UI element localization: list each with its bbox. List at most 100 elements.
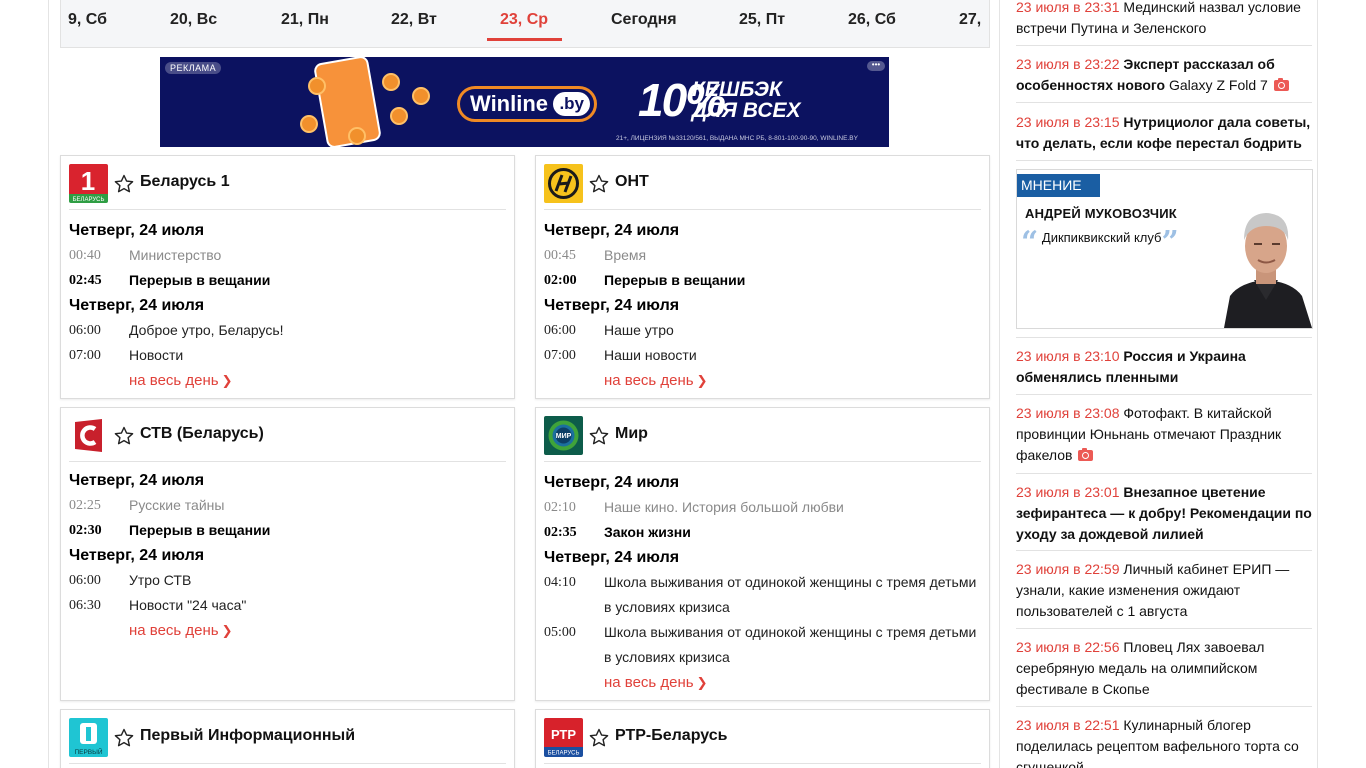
channel-name[interactable]: Первый Информационный bbox=[140, 727, 355, 745]
program-row[interactable]: 06:00 Утро СТВ bbox=[69, 568, 506, 593]
chevron-right-icon: ❯ bbox=[696, 373, 708, 388]
schedule-day-heading: Четверг, 24 июля bbox=[544, 222, 680, 239]
program-row-current[interactable]: 02:35 Закон жизни bbox=[544, 520, 981, 545]
channel-name[interactable]: СТВ (Беларусь) bbox=[140, 425, 264, 443]
mir-logo[interactable]: МИР bbox=[544, 416, 583, 455]
news-item[interactable]: 23 июля в 23:15 Нутрициолог дала советы,… bbox=[1016, 112, 1312, 154]
news-item[interactable]: 23 июля в 23:31 Мединский назвал условие… bbox=[1016, 0, 1312, 39]
rtr-logo[interactable]: РТР БЕЛАРУСЬ bbox=[544, 718, 583, 757]
coin-icon bbox=[308, 77, 326, 95]
divider bbox=[1016, 102, 1312, 103]
program-row[interactable]: 07:00 Новости bbox=[69, 343, 506, 368]
news-feed: 23 июля в 23:31 Мединский назвал условие… bbox=[1010, 0, 1318, 768]
full-day-link[interactable]: на весь день ❯ bbox=[129, 368, 506, 393]
ont-logo[interactable] bbox=[544, 164, 583, 203]
full-day-link[interactable]: на весь день ❯ bbox=[604, 368, 981, 393]
news-item[interactable]: 23 июля в 22:51 Кулинарный блогер подели… bbox=[1016, 715, 1312, 768]
coin-icon bbox=[382, 73, 400, 91]
quote-open-icon: “ bbox=[1021, 225, 1039, 260]
chevron-right-icon: ❯ bbox=[696, 675, 708, 690]
belarus1-logo-text: БЕЛАРУСЬ bbox=[73, 197, 105, 203]
news-item[interactable]: 23 июля в 23:10 Россия и Украина обменял… bbox=[1016, 346, 1312, 388]
day-tab-1[interactable]: 20, Вс bbox=[170, 11, 217, 29]
news-item[interactable]: 23 июля в 23:01 Внезапное цветение зефир… bbox=[1016, 482, 1312, 545]
full-day-link[interactable]: на весь день ❯ bbox=[129, 618, 506, 643]
quote-close-icon: ” bbox=[1161, 225, 1179, 260]
favorite-star-icon[interactable] bbox=[589, 174, 609, 194]
svg-text:БЕЛАРУСЬ: БЕЛАРУСЬ bbox=[548, 751, 580, 757]
opinion-block[interactable]: МНЕНИЕ АНДРЕЙ МУКОВОЗЧИК “ Дикпиквикский… bbox=[1016, 169, 1313, 329]
day-tab-3[interactable]: 22, Вт bbox=[391, 11, 437, 29]
full-day-link[interactable]: на весь день ❯ bbox=[604, 670, 981, 695]
tv-program-column: 9, Сб 20, Вс 21, Пн 22, Вт 23, Ср Сегодн… bbox=[48, 0, 1000, 768]
channel-name[interactable]: ОНТ bbox=[615, 173, 649, 191]
belarus1-logo[interactable]: 1 БЕЛАРУСЬ bbox=[69, 164, 108, 203]
camera-icon bbox=[1273, 78, 1289, 91]
program-row-current[interactable]: 02:30 Перерыв в вещании bbox=[69, 518, 506, 543]
coin-icon bbox=[412, 87, 430, 105]
news-item[interactable]: 23 июля в 22:59 Личный кабинет ЕРИП — уз… bbox=[1016, 559, 1312, 622]
day-tab-4[interactable]: 23, Ср bbox=[486, 11, 563, 41]
day-tab-today[interactable]: Сегодня bbox=[611, 11, 677, 29]
channel-card-perviy: ПЕРВЫЙ Первый Информационный bbox=[60, 709, 515, 768]
divider bbox=[1016, 550, 1312, 551]
divider bbox=[1016, 473, 1312, 474]
favorite-star-icon[interactable] bbox=[589, 728, 609, 748]
perviy-logo[interactable]: ПЕРВЫЙ bbox=[69, 718, 108, 757]
chevron-right-icon: ❯ bbox=[221, 623, 233, 638]
author-photo bbox=[1220, 200, 1312, 328]
ad-brand-logo: Winline .by bbox=[457, 86, 597, 122]
program-row[interactable]: 00:40 Министерство bbox=[69, 243, 506, 268]
channel-header: МИР Мир bbox=[544, 416, 981, 462]
channel-name[interactable]: Мир bbox=[615, 425, 648, 443]
program-row[interactable]: 02:25 Русские тайны bbox=[69, 493, 506, 518]
ctv-logo[interactable] bbox=[69, 416, 108, 455]
program-row[interactable]: 00:45 Время bbox=[544, 243, 981, 268]
favorite-star-icon[interactable] bbox=[114, 426, 134, 446]
ad-menu-icon[interactable]: ••• bbox=[867, 61, 885, 71]
program-row[interactable]: 04:10 Школа выживания от одинокой женщины… bbox=[544, 570, 981, 620]
program-row[interactable]: 06:00 Наше утро bbox=[544, 318, 981, 343]
coin-icon bbox=[390, 107, 408, 125]
day-tab-8[interactable]: 27, bbox=[959, 11, 981, 29]
program-row-current[interactable]: 02:45 Перерыв в вещании bbox=[69, 268, 506, 293]
camera-icon bbox=[1078, 448, 1094, 461]
day-tab-6[interactable]: 25, Пт bbox=[739, 11, 785, 29]
channel-name[interactable]: РТР-Беларусь bbox=[615, 727, 728, 745]
news-item[interactable]: 23 июля в 22:56 Пловец Лях завоевал сере… bbox=[1016, 637, 1312, 700]
channel-header: РТР БЕЛАРУСЬ РТР-Беларусь bbox=[544, 718, 981, 764]
day-tab-2[interactable]: 21, Пн bbox=[281, 11, 329, 29]
program-row[interactable]: 06:30 Новости "24 часа" bbox=[69, 593, 506, 618]
schedule: Четверг, 24 июля 02:10 Наше кино. История… bbox=[544, 470, 981, 695]
ad-banner[interactable]: РЕКЛАМА ••• Winline .by 10% КЕШБЭК ДЛЯ ВСЕ… bbox=[160, 57, 889, 147]
channel-card-belarus1: 1 БЕЛАРУСЬ Беларусь 1 Четверг, 24 июля 00… bbox=[60, 155, 515, 399]
favorite-star-icon[interactable] bbox=[114, 728, 134, 748]
channel-name[interactable]: Беларусь 1 bbox=[140, 173, 230, 191]
schedule-day-heading: Четверг, 24 июля bbox=[544, 297, 680, 314]
program-row[interactable]: 02:10 Наше кино. История большой любви bbox=[544, 495, 981, 520]
svg-text:1: 1 bbox=[81, 166, 95, 196]
channel-card-ctv: СТВ (Беларусь) Четверг, 24 июля 02:25 Рус… bbox=[60, 407, 515, 701]
news-item[interactable]: 23 июля в 23:22 Эксперт рассказал об осо… bbox=[1016, 54, 1312, 96]
schedule-day-heading: Четверг, 24 июля bbox=[69, 472, 205, 489]
schedule-day-heading: Четверг, 24 июля bbox=[69, 547, 205, 564]
program-row[interactable]: 07:00 Наши новости bbox=[544, 343, 981, 368]
program-row[interactable]: 05:00 Школа выживания от одинокой женщины… bbox=[544, 620, 981, 670]
ad-headline: КЕШБЭК ДЛЯ ВСЕХ bbox=[692, 78, 801, 122]
favorite-star-icon[interactable] bbox=[114, 174, 134, 194]
divider bbox=[1016, 628, 1312, 629]
channel-card-ont: ОНТ Четверг, 24 июля 00:45 Время 02:00 Пер… bbox=[535, 155, 990, 399]
program-row-current[interactable]: 02:00 Перерыв в вещании bbox=[544, 268, 981, 293]
channel-header: СТВ (Беларусь) bbox=[69, 416, 506, 462]
schedule-day-heading: Четверг, 24 июля bbox=[69, 297, 205, 314]
divider bbox=[1016, 160, 1312, 161]
program-row[interactable]: 06:00 Доброе утро, Беларусь! bbox=[69, 318, 506, 343]
divider bbox=[1016, 394, 1312, 395]
day-tab-0[interactable]: 9, Сб bbox=[68, 11, 107, 29]
news-item[interactable]: 23 июля в 23:08 Фотофакт. В китайской пр… bbox=[1016, 403, 1312, 466]
favorite-star-icon[interactable] bbox=[589, 426, 609, 446]
day-tab-7[interactable]: 26, Сб bbox=[848, 11, 896, 29]
chevron-right-icon: ❯ bbox=[221, 373, 233, 388]
opinion-author: АНДРЕЙ МУКОВОЗЧИК bbox=[1025, 206, 1177, 221]
channel-header: ОНТ bbox=[544, 164, 981, 210]
